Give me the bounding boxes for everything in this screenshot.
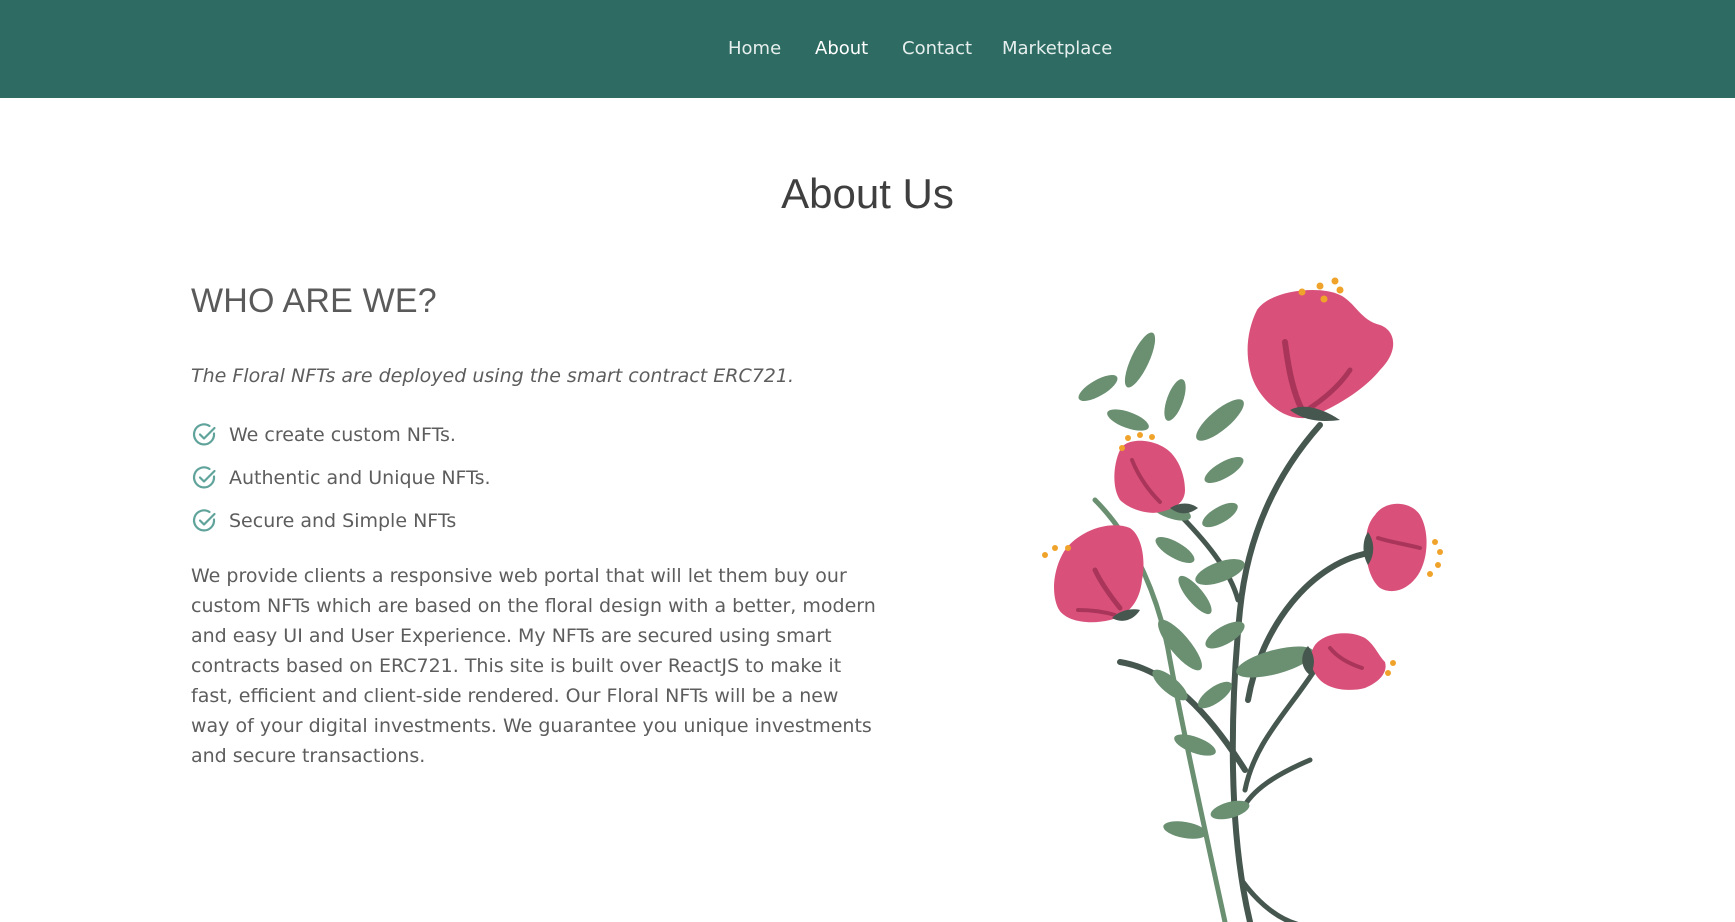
section-heading: WHO ARE WE? <box>191 282 437 320</box>
page-title: About Us <box>781 170 954 217</box>
feature-text: We create custom NFTs. <box>229 423 456 446</box>
nav-link-home[interactable]: Home <box>728 38 781 59</box>
check-circle-icon <box>191 421 219 449</box>
flower-illustration <box>1042 277 1443 922</box>
feature-text: Authentic and Unique NFTs. <box>229 466 491 489</box>
nav-link-about[interactable]: About <box>815 38 868 59</box>
nav-link-marketplace[interactable]: Marketplace <box>1002 38 1112 59</box>
feature-item: Authentic and Unique NFTs. <box>191 456 491 499</box>
feature-text: Secure and Simple NFTs <box>229 509 457 532</box>
feature-item: We create custom NFTs. <box>191 413 491 456</box>
lead-text: The Floral NFTs are deployed using the s… <box>191 365 795 387</box>
about-description: We provide clients a responsive web port… <box>191 565 876 767</box>
nav-link-contact[interactable]: Contact <box>902 38 972 59</box>
check-circle-icon <box>191 507 219 535</box>
check-circle-icon <box>191 464 219 492</box>
feature-item: Secure and Simple NFTs <box>191 499 491 542</box>
feature-list: We create custom NFTs. Authentic and Uni… <box>191 413 491 542</box>
top-navigation-bar: Home About Contact Marketplace <box>0 0 1735 98</box>
